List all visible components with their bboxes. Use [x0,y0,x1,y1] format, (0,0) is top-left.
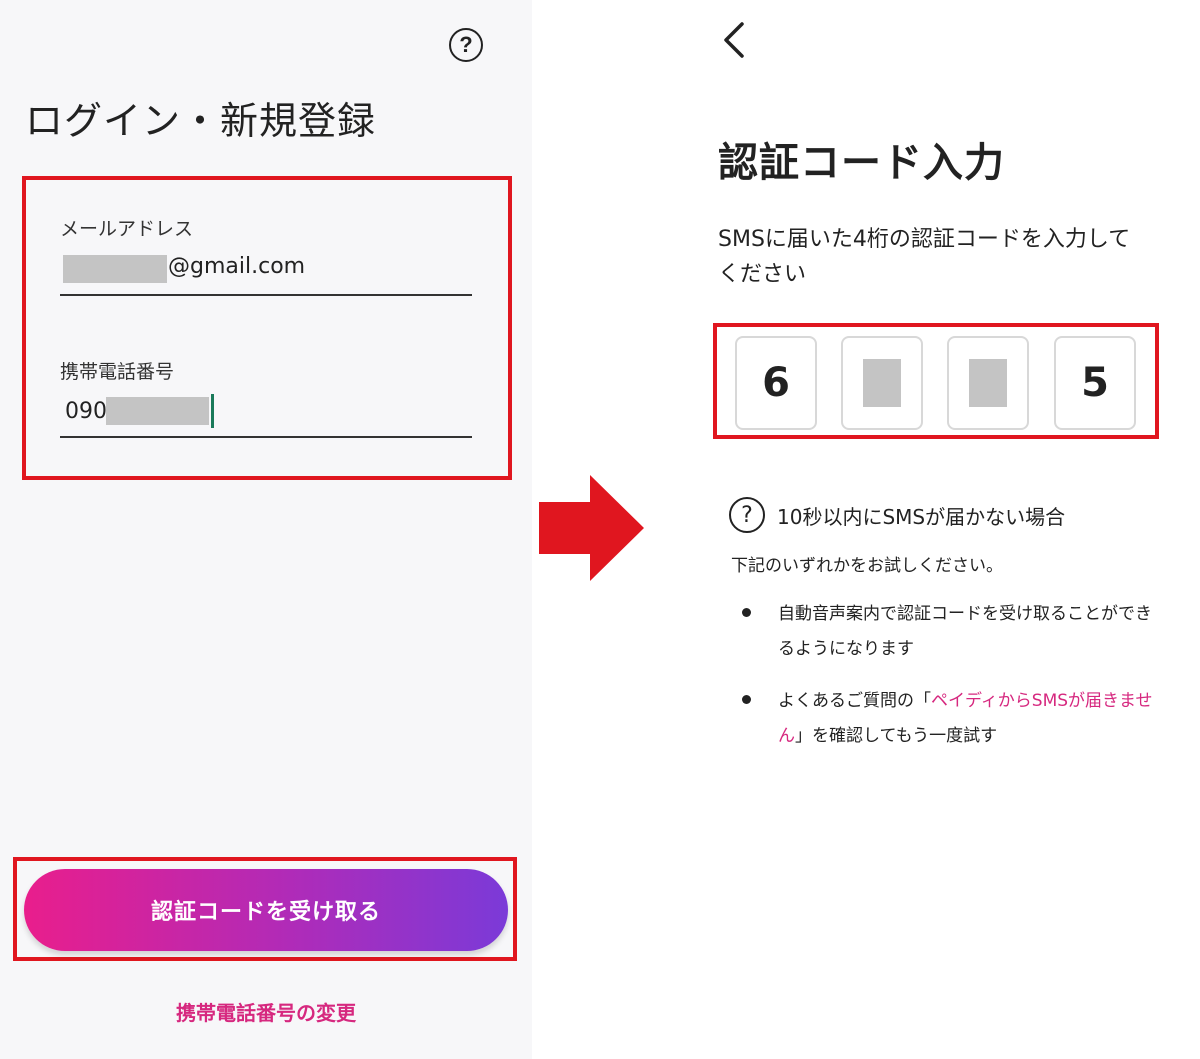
email-label: メールアドレス [60,218,194,240]
chevron-left-icon[interactable] [716,18,752,62]
page-title: ログイン・新規登録 [25,99,377,143]
digit-redacted-block [969,359,1007,407]
help-question-icon[interactable]: ? [449,28,483,62]
change-phone-link[interactable]: 携帯電話番号の変更 [0,997,532,1026]
no-sms-heading: 10秒以内にSMSが届かない場合 [777,505,1066,529]
faq-suffix-text: 」を確認してもう一度試す [795,726,998,746]
email-domain-text: @gmail.com [168,254,306,279]
question-circle-icon: ? [729,497,765,533]
try-options-text: 下記のいずれかをお試しください。 [731,556,1003,576]
phone-field[interactable]: 090 [60,394,472,438]
verification-title: 認証コード入力 [718,140,1005,186]
email-redacted-block [63,255,167,283]
code-digit-3[interactable] [947,336,1029,430]
instruction-text: SMSに届いた4桁の認証コードを入力してください [718,227,1131,287]
bullet-voice-guidance: 自動音声案内で認証コードを受け取ることができるようになります [778,604,1152,659]
faq-prefix-text: よくあるご質問の「 [778,691,931,711]
bullet-dot [742,695,751,704]
code-digit-4[interactable]: 5 [1054,336,1136,430]
phone-prefix-text: 090 [65,399,107,424]
bullet-dot [742,608,751,617]
bullet-faq: よくあるご質問の「ペイディからSMSが届きません」を確認してもう一度試す [778,684,1158,754]
phone-label: 携帯電話番号 [60,361,175,383]
receive-code-button[interactable]: 認証コードを受け取る [24,869,508,951]
digit-redacted-block [863,359,901,407]
text-caret [211,394,214,428]
arrow-right-icon [539,475,644,581]
code-digit-2[interactable] [841,336,923,430]
code-digit-1[interactable]: 6 [735,336,817,430]
phone-redacted-block [106,397,209,425]
email-field[interactable]: @gmail.com [60,252,472,296]
